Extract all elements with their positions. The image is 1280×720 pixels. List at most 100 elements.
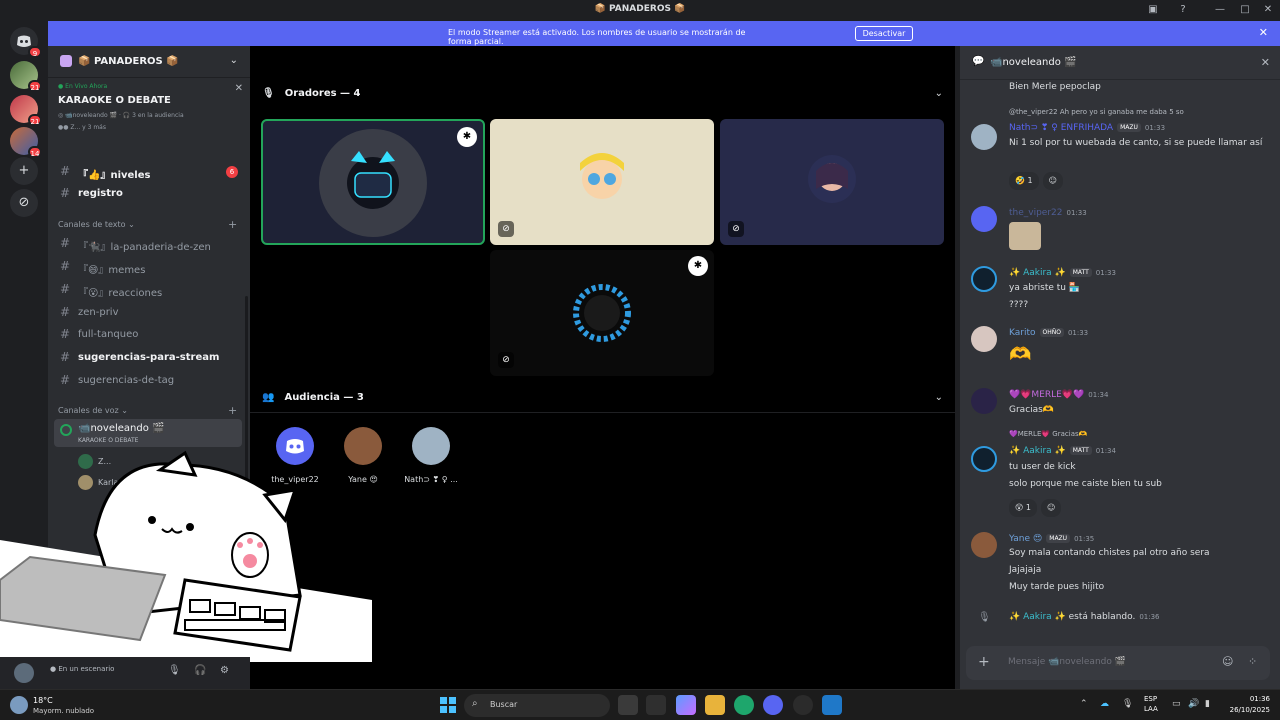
discord-taskbar-icon[interactable] — [763, 695, 783, 715]
speaker-tile[interactable]: ✱ — [261, 119, 485, 245]
add-channel-icon[interactable]: + — [228, 218, 237, 231]
reaction-pill[interactable]: 😲 1 — [1009, 499, 1037, 517]
close-chat-icon[interactable]: ✕ — [1261, 56, 1270, 69]
muted-icon: ⊘ — [498, 352, 514, 368]
add-reaction-icon[interactable]: ☺ — [1042, 172, 1063, 190]
live-title: KARAOKE O DEBATE — [58, 95, 171, 106]
help-icon[interactable]: ? — [1175, 3, 1191, 17]
chevron-down-icon[interactable]: ⌄ — [230, 55, 238, 66]
author-name: ✨ Aakira ✨ — [1009, 612, 1066, 622]
taskbar-search[interactable]: ⌕ Buscar — [464, 694, 610, 717]
title-bar: 📦 PANADEROS 📦 ▣ ? — □ ✕ — [0, 0, 1280, 21]
clock[interactable]: 01:36 26/10/2025 — [1230, 694, 1270, 716]
channel-niveles[interactable]: # 『👍』niveles 6 — [56, 162, 242, 182]
file-explorer-icon[interactable] — [705, 695, 725, 715]
audience-header-text: Audiencia — 3 — [284, 392, 364, 403]
channel-la-panaderia-de-zen[interactable]: # 『🐈‍⬛』la-panaderia-de-zen — [56, 234, 242, 254]
server-2-badge: 21 — [28, 114, 42, 126]
start-icon[interactable] — [438, 695, 458, 715]
muted-icon: ⊘ — [498, 221, 514, 237]
server-icon-3[interactable]: 14 — [10, 127, 42, 158]
battery-icon[interactable]: ▮ — [1205, 699, 1210, 709]
audience-member[interactable]: Nath⊃ ❣ ♀ ... — [396, 427, 466, 484]
text-category-label: Canales de texto — [58, 220, 126, 229]
message-time: 01:34 — [1095, 447, 1116, 455]
close-banner-icon[interactable]: ✕ — [1259, 26, 1268, 39]
chevron-up-icon[interactable]: ⌃ — [1080, 699, 1088, 709]
speaker-tile[interactable]: ✱ ⊘ — [490, 250, 714, 376]
maximize-button[interactable]: □ — [1237, 3, 1253, 17]
collapse-speakers-icon[interactable]: ⌄ — [935, 88, 943, 99]
role-tag: MAZU — [1117, 123, 1141, 132]
channel-reacciones[interactable]: # 『😮』reacciones — [56, 280, 242, 300]
hash-icon: # — [60, 282, 71, 296]
language-indicator[interactable]: ESP LAA — [1144, 694, 1158, 714]
hash-icon: # — [60, 164, 71, 178]
avatar[interactable] — [14, 663, 34, 683]
channel-registro[interactable]: # registro — [56, 184, 242, 204]
volume-icon[interactable]: 🔊 — [1188, 699, 1199, 709]
server-icon-2[interactable]: 21 — [10, 95, 42, 126]
message-time: 01:36 — [1139, 613, 1160, 621]
message-text: Muy tarde pues hijito — [1009, 582, 1105, 592]
speakers-header-text: Oradores — 4 — [284, 88, 361, 99]
settings-icon[interactable]: ⚙ — [220, 665, 229, 676]
voice-channel-noveleando[interactable]: 📹noveleando 🎬 KARAOKE O DEBATE — [54, 419, 242, 447]
sticker-image[interactable] — [1009, 222, 1041, 250]
message-author: ✨ Aakira ✨ MATT 01:33 — [1009, 268, 1116, 278]
server-icon-1[interactable]: 21 — [10, 61, 42, 92]
channel-memes[interactable]: # 『😄』memes — [56, 257, 242, 277]
microphone-icon[interactable]: 🎙 — [168, 665, 181, 676]
store-icon[interactable] — [646, 695, 666, 715]
attach-plus-icon[interactable]: + — [978, 654, 990, 670]
avatar — [971, 206, 997, 232]
author-name: the_viper22 — [1009, 208, 1063, 218]
server-1-badge: 21 — [28, 80, 42, 92]
text-category[interactable]: Canales de texto ⌄ + — [58, 218, 237, 231]
voice-channel-label: 📹noveleando 🎬 — [78, 423, 165, 434]
add-server-icon[interactable]: + — [10, 157, 38, 185]
message-text: solo porque me caiste bien tu sub — [1009, 479, 1162, 489]
user-panel: ● En un escenario 🎙 🎧 ⚙ — [0, 657, 250, 689]
obs-icon[interactable] — [793, 695, 813, 715]
server-header[interactable]: 📦 PANADEROS 📦 ⌄ — [48, 46, 250, 78]
add-reaction-icon[interactable]: ☺ — [1040, 499, 1062, 517]
copilot-icon[interactable] — [676, 695, 696, 715]
live-stage-card[interactable]: ● En Vivo Ahora KARAOKE O DEBATE ◎ 📹nove… — [58, 83, 243, 131]
onedrive-icon[interactable]: ☁ — [1100, 699, 1109, 709]
direct-messages-button[interactable]: 9 — [10, 27, 42, 58]
channel-zen-priv[interactable]: # zen-priv — [56, 303, 242, 323]
minimize-button[interactable]: — — [1212, 3, 1228, 17]
close-live-card-icon[interactable]: ✕ — [235, 83, 243, 94]
inbox-icon[interactable]: ▣ — [1145, 3, 1161, 17]
emoji-icon[interactable]: ☺ — [1222, 655, 1233, 668]
close-window-button[interactable]: ✕ — [1260, 3, 1276, 17]
channel-sugerencias-para-stream[interactable]: # sugerencias-para-stream — [56, 348, 242, 368]
edge-icon[interactable] — [734, 695, 754, 715]
network-icon[interactable]: ▭ — [1172, 699, 1181, 709]
voice-category[interactable]: Canales de voz ⌄ + — [58, 404, 237, 417]
chat-channel-name: 📹noveleando 🎬 — [990, 57, 1077, 68]
message-input[interactable]: + Mensaje 📹noveleando 🎬 ☺ ⁘ — [966, 646, 1270, 680]
channel-sugerencias-de-tag[interactable]: # sugerencias-de-tag — [56, 371, 242, 391]
speaker-tile[interactable]: ⊘ — [490, 119, 714, 245]
channel-full-tanqueo[interactable]: # full-tanqueo — [56, 325, 242, 345]
channel-label: full-tanqueo — [78, 329, 139, 340]
system-message-text: ✨ Aakira ✨ está hablando. 01:36 — [1009, 612, 1160, 622]
discover-icon[interactable]: ⊘ — [10, 189, 38, 217]
taskbar: 18°C Mayorm. nublado ⌕ Buscar ⌃ ☁ 🎙 ESP … — [0, 689, 1280, 720]
add-voice-channel-icon[interactable]: + — [228, 404, 237, 417]
user-status-text: En un escenario — [58, 665, 115, 673]
deactivate-button[interactable]: Desactivar — [855, 26, 913, 41]
headphones-icon[interactable]: 🎧 — [194, 665, 206, 676]
task-view-icon[interactable] — [618, 695, 638, 715]
reaction-pill[interactable]: 🤣 1 — [1009, 172, 1039, 190]
microphone-tray-icon[interactable]: 🎙 — [1122, 699, 1133, 709]
message-text: Jajajaja — [1009, 565, 1042, 575]
message-time: 01:33 — [1144, 124, 1166, 132]
speaker-tile[interactable]: ⊘ — [720, 119, 944, 245]
collapse-audience-icon[interactable]: ⌄ — [935, 392, 943, 403]
photos-icon[interactable] — [822, 695, 842, 715]
hash-icon: # — [60, 305, 71, 319]
apps-icon[interactable]: ⁘ — [1248, 655, 1257, 668]
